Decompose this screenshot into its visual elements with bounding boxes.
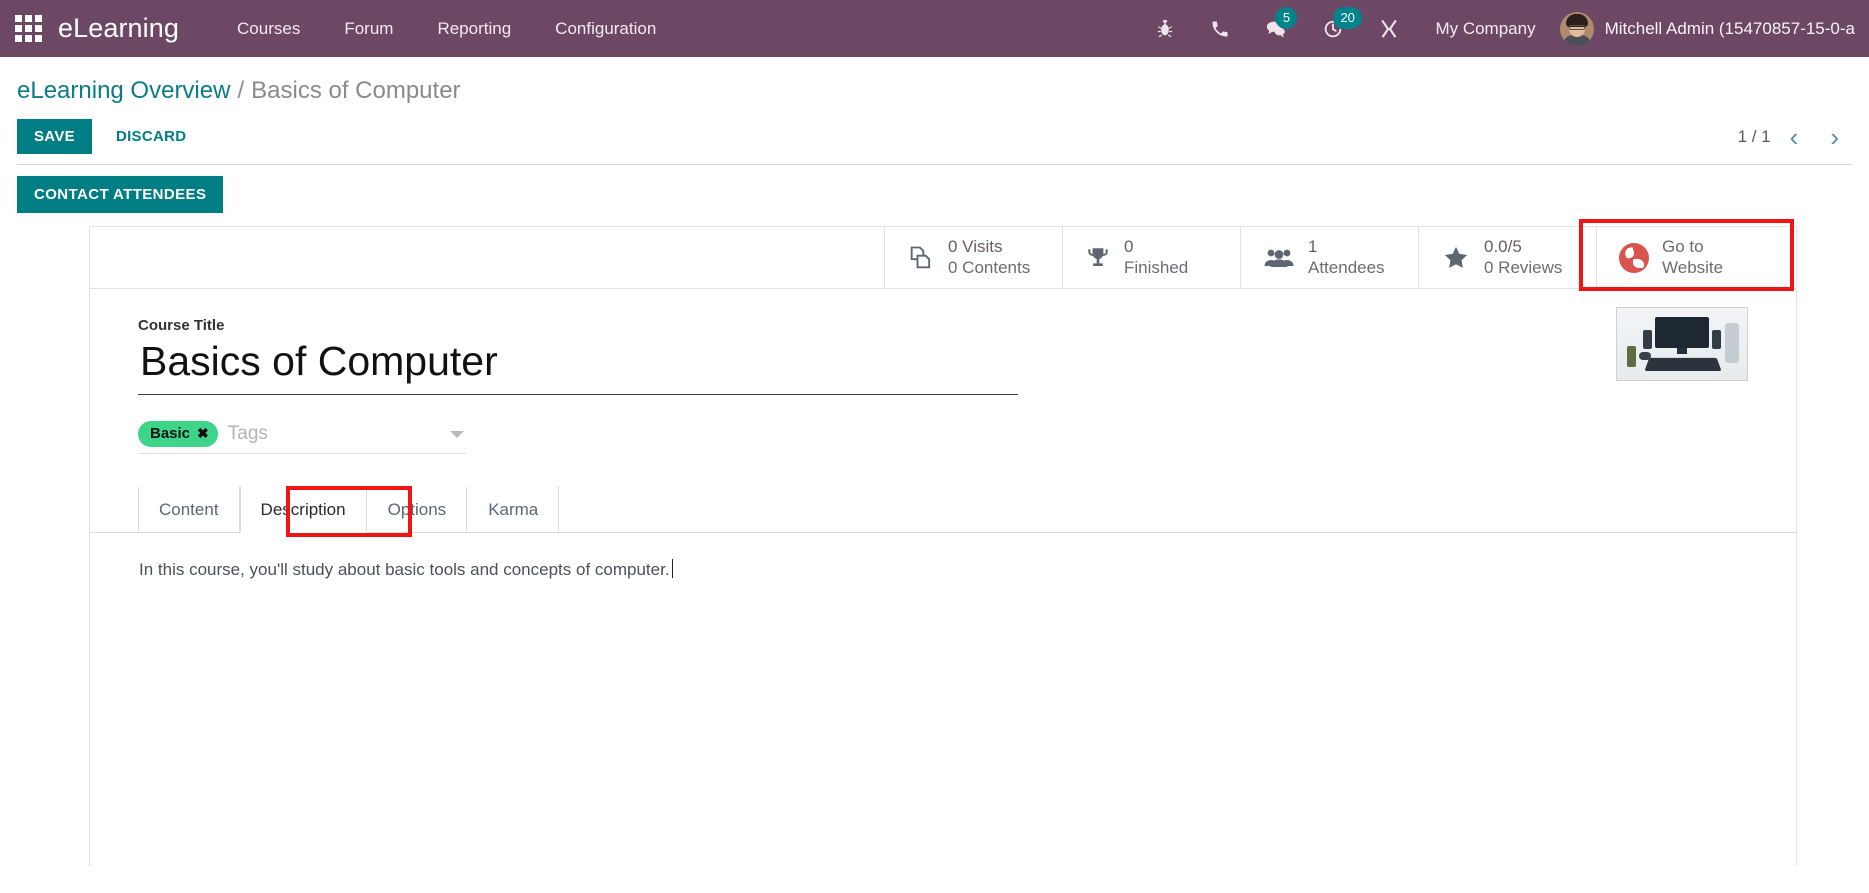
stat-text: 0 Visits 0 Contents [948,237,1030,278]
tags-placeholder[interactable]: Tags [228,423,450,445]
avatar [1559,11,1594,46]
tag-label: Basic [150,425,191,442]
bug-icon[interactable] [1137,0,1193,57]
company-switcher[interactable]: My Company [1417,19,1549,39]
apps-grid-icon [14,15,42,42]
top-navbar: eLearning Courses Forum Reporting Config… [0,0,1869,57]
messages-badge: 5 [1275,7,1298,29]
action-buttons-row: CONTACT ATTENDEES [17,165,1852,226]
navbar-systray: 5 20 My Company Mitchell Admin (15470857… [1137,0,1855,57]
messages-icon[interactable]: 5 [1247,0,1305,57]
stat-text: Go to Website [1662,237,1723,278]
stat-line-1: 0 [1124,236,1134,256]
stat-text: 0 Finished [1124,237,1188,278]
stat-line-2: 0 Reviews [1484,257,1563,277]
star-icon [1441,244,1471,272]
globe-icon [1619,242,1649,273]
menu-item-courses[interactable]: Courses [215,0,322,57]
phone-icon[interactable] [1193,0,1247,57]
stat-line-2: 0 Contents [948,257,1031,277]
menu-item-reporting[interactable]: Reporting [415,0,533,57]
stat-line-2: Website [1662,257,1724,277]
chevron-down-icon[interactable] [450,430,464,438]
save-button[interactable]: SAVE [17,119,92,154]
text-cursor [671,559,673,578]
stat-line-2: Attendees [1308,257,1385,277]
stat-line-2: Finished [1124,257,1189,277]
stat-line-1: 0 Visits [948,236,1003,256]
breadcrumb-separator: / [237,77,245,104]
app-brand-elearning[interactable]: eLearning [56,13,189,44]
activities-clock-icon[interactable]: 20 [1305,0,1362,57]
stat-button-reviews[interactable]: 0.0/5 0 Reviews [1418,227,1596,288]
user-menu[interactable]: Mitchell Admin (15470857-15-0-a [1550,11,1855,46]
stat-button-visits[interactable]: 0 Visits 0 Contents [884,227,1062,288]
form-view: 0 Visits 0 Contents 0 Finished 1 Attende… [0,219,1869,866]
stat-button-go-to-website[interactable]: Go to Website [1596,227,1796,288]
pager-count: 1 / 1 [1737,126,1771,146]
tab-karma[interactable]: Karma [467,486,560,533]
apps-menu-toggle[interactable] [0,0,56,57]
form-sheet: 0 Visits 0 Contents 0 Finished 1 Attende… [89,219,1797,866]
tag-remove-icon[interactable]: ✖ [197,425,209,442]
tab-description[interactable]: Description [239,486,367,533]
control-panel: eLearning Overview / Basics of Computer … [0,57,1869,226]
menu-item-forum[interactable]: Forum [322,0,415,57]
notebook-tabs: Content Description Options Karma [90,486,1796,537]
notebook-page-description[interactable]: In this course, you'll study about basic… [90,533,1796,583]
course-image[interactable] [1616,307,1748,381]
pager-previous-icon[interactable]: ‹ [1777,124,1812,150]
pages-copy-icon [907,244,935,272]
course-title-field: Course Title [90,317,1018,395]
tag-basic[interactable]: Basic ✖ [138,421,218,447]
tools-wrench-icon[interactable] [1361,0,1417,57]
activities-badge: 20 [1333,7,1362,29]
stat-text: 1 Attendees [1308,237,1385,278]
people-group-icon [1263,245,1295,271]
stat-line-1: 1 [1308,236,1318,256]
record-buttons-row: SAVE DISCARD 1 / 1 ‹ › [17,109,1852,160]
stat-button-attendees[interactable]: 1 Attendees [1240,227,1418,288]
stat-line-1: 0.0/5 [1484,236,1522,256]
stat-button-finished[interactable]: 0 Finished [1062,227,1240,288]
menu-item-configuration[interactable]: Configuration [533,0,678,57]
notebook: Content Description Options Karma In thi… [90,486,1796,583]
stat-line-1: Go to [1662,236,1704,256]
pager-next-icon[interactable]: › [1817,124,1852,150]
course-title-label: Course Title [138,317,225,334]
trophy-icon [1085,245,1111,271]
pager: 1 / 1 ‹ › [1738,124,1852,150]
breadcrumb-parent-link[interactable]: eLearning Overview [17,77,230,105]
form-body: Course Title Basic ✖ Tags Content Descri… [90,289,1796,583]
breadcrumb-current: Basics of Computer [251,77,461,104]
tab-content[interactable]: Content [138,486,240,533]
stat-button-box: 0 Visits 0 Contents 0 Finished 1 Attende… [90,219,1796,291]
user-name-label: Mitchell Admin (15470857-15-0-a [1604,18,1855,38]
description-text: In this course, you'll study about basic… [139,560,670,579]
tab-options[interactable]: Options [367,486,468,533]
stat-text: 0.0/5 0 Reviews [1484,237,1562,278]
tags-field[interactable]: Basic ✖ Tags [138,421,466,454]
discard-button[interactable]: DISCARD [100,119,202,154]
breadcrumb: eLearning Overview / Basics of Computer [17,57,1852,109]
course-title-input[interactable] [138,338,1018,395]
contact-attendees-button[interactable]: CONTACT ATTENDEES [17,176,224,213]
main-menu: Courses Forum Reporting Configuration [215,0,678,57]
